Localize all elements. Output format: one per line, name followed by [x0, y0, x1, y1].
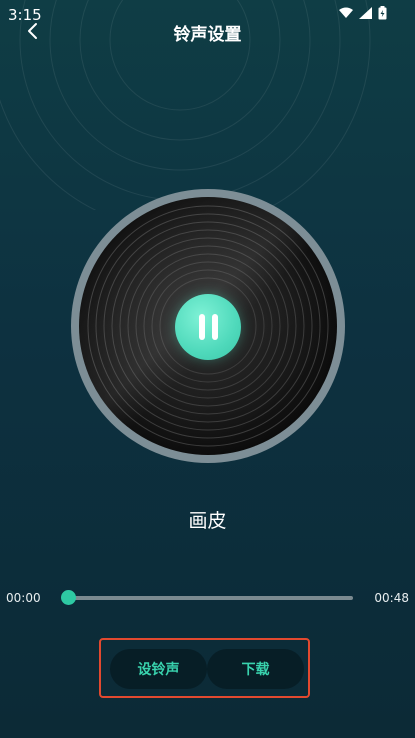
set-ringtone-button[interactable]: 设铃声: [110, 649, 207, 689]
page-title: 铃声设置: [173, 25, 242, 45]
progress-slider[interactable]: [61, 590, 353, 605]
download-button[interactable]: 下载: [207, 649, 304, 689]
progress-thumb[interactable]: [61, 590, 76, 605]
pause-icon: [198, 314, 205, 340]
song-title: 画皮: [188, 510, 227, 532]
pause-button[interactable]: [175, 294, 241, 360]
total-time: 00:48: [374, 591, 409, 605]
pause-icon-bar: [211, 314, 218, 340]
vinyl-record: [71, 189, 345, 463]
current-time: 00:00: [6, 591, 41, 605]
header: 铃声设置: [0, 14, 415, 48]
action-buttons-highlight: 设铃声 下载: [99, 638, 310, 698]
